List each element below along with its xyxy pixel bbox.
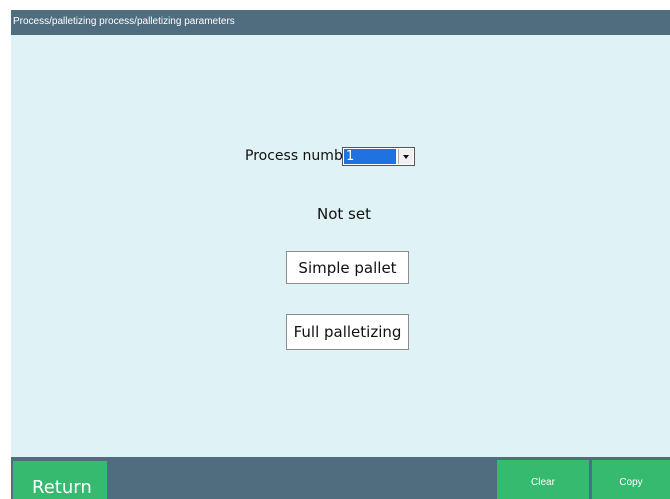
process-number-select[interactable]: 1 [342, 147, 415, 166]
copy-button-label: Copy [619, 477, 643, 488]
status-text: Not set [317, 205, 371, 223]
full-palletizing-button[interactable]: Full palletizing [286, 314, 409, 350]
process-number-label: Process number [245, 148, 343, 164]
bottom-bar: Return Clear Copy [11, 457, 670, 499]
window-title: Process/palletizing process/palletizing … [13, 16, 235, 27]
process-number-value: 1 [344, 149, 396, 164]
title-bar: Process/palletizing process/palletizing … [11, 10, 670, 35]
chevron-down-icon[interactable] [398, 149, 413, 164]
content-area: Process number 1 Not set Simple pallet F… [11, 35, 670, 457]
return-button[interactable]: Return [13, 461, 107, 499]
simple-pallet-button[interactable]: Simple pallet [286, 251, 409, 284]
clear-button[interactable]: Clear [497, 460, 589, 499]
clear-button-label: Clear [531, 477, 555, 488]
copy-button[interactable]: Copy [592, 460, 670, 499]
palletizing-parameters-window: Process/palletizing process/palletizing … [11, 10, 670, 499]
return-button-label: Return [32, 477, 92, 498]
